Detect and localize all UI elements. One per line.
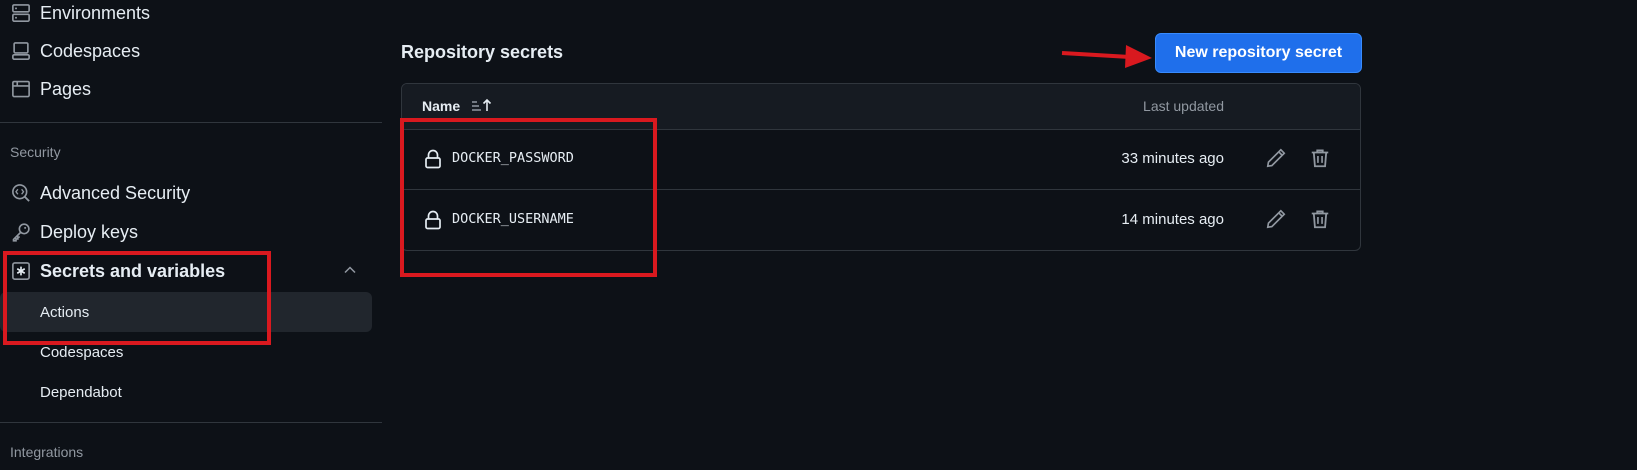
sidebar-item-advanced-security[interactable]: Advanced Security: [0, 174, 372, 212]
sidebar-item-label: Advanced Security: [40, 182, 191, 203]
pencil-icon[interactable]: [1265, 208, 1287, 230]
sidebar-item-environments[interactable]: Environments: [0, 0, 372, 32]
section-title-security: Security: [10, 144, 61, 160]
sidebar-item-label: Codespaces: [40, 40, 141, 61]
browser-icon: [10, 78, 32, 100]
column-header-last-updated: Last updated: [1143, 98, 1224, 114]
page-title: Repository secrets: [401, 42, 564, 62]
settings-page: Environments Codespaces Pages Security A…: [0, 0, 1637, 470]
settings-sidebar: Environments Codespaces Pages Security A…: [0, 0, 382, 470]
key-icon: [10, 221, 32, 243]
sidebar-item-label: Pages: [40, 78, 92, 99]
sidebar-subitem-dependabot[interactable]: Dependabot: [0, 372, 372, 412]
sidebar-subitem-label: Dependabot: [40, 383, 122, 401]
sidebar-item-deploy-keys[interactable]: Deploy keys: [0, 213, 372, 251]
secret-last-updated: 14 minutes ago: [1121, 211, 1224, 228]
annotation-box-secret-names: [400, 118, 657, 277]
server-icon: [10, 2, 32, 24]
chevron-up-icon[interactable]: [342, 262, 358, 283]
sidebar-item-pages[interactable]: Pages: [0, 70, 372, 108]
secret-last-updated: 33 minutes ago: [1121, 150, 1224, 167]
sidebar-divider: [0, 122, 382, 123]
sidebar-subitem-label: Codespaces: [40, 343, 124, 361]
sidebar-divider: [0, 422, 382, 423]
sidebar-item-label: Environments: [40, 2, 151, 23]
column-header-name[interactable]: Name: [422, 98, 460, 114]
codescan-icon: [10, 182, 32, 204]
codespaces-icon: [10, 40, 32, 62]
sidebar-item-label: Deploy keys: [40, 221, 139, 242]
trash-icon[interactable]: [1309, 208, 1331, 230]
annotation-arrow-icon: [1061, 45, 1152, 68]
section-title-integrations: Integrations: [10, 444, 84, 460]
trash-icon[interactable]: [1309, 147, 1331, 169]
new-repository-secret-button[interactable]: New repository secret: [1155, 33, 1362, 73]
sort-ascending-icon[interactable]: [470, 96, 494, 116]
annotation-box-secrets-and-variables: [3, 251, 271, 345]
pencil-icon[interactable]: [1265, 147, 1287, 169]
sidebar-item-codespaces[interactable]: Codespaces: [0, 32, 372, 70]
